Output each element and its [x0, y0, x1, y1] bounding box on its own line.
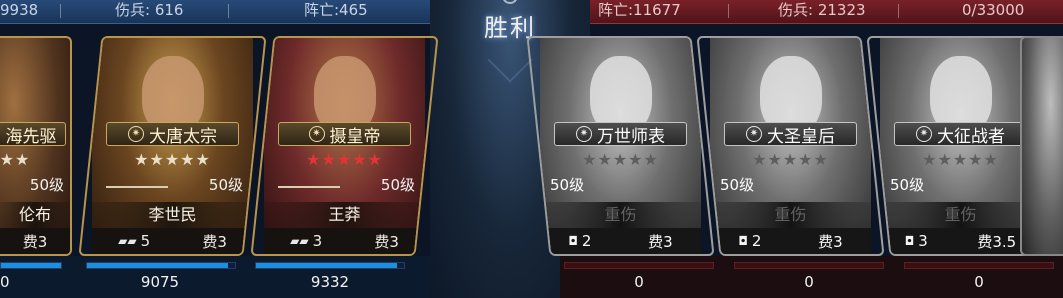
hero-card-enemy-0[interactable]: ✷ 万世师表 ★★★★★ 50级 重伤 ◘ 2 费3 [526, 36, 715, 256]
hp-bar [564, 262, 714, 269]
tank-unit-icon: ▰▰ [118, 234, 137, 248]
hero-name: 王莽 [264, 202, 425, 228]
hero-footer: ▰▰ 3 费3 [264, 228, 425, 254]
hero-stars: ★★★★★ [306, 150, 383, 169]
hp-value: 0 [634, 273, 644, 291]
hero-level: 50级 [29, 176, 64, 194]
enemy-killed: 阵亡:11677 [598, 1, 681, 19]
hp-bar [86, 262, 236, 269]
hero-stars: ★★★★★ [922, 150, 999, 169]
ally-stats-bar: 9938 伤兵: 616 阵亡:465 [0, 0, 460, 24]
level-divider [278, 186, 340, 188]
laurel-icon [502, 0, 518, 4]
hero-stars: ★★ [0, 150, 31, 169]
hero-title-plate: ✷ 万世师表 [554, 122, 687, 147]
hero-title: 大唐太宗 [149, 126, 217, 147]
hp-bar [255, 262, 405, 269]
tank-unit-icon: ▰▰ [290, 234, 309, 248]
hero-status: 重伤 [880, 202, 1041, 228]
hero-name: 李世民 [92, 202, 253, 228]
stat-divider [728, 4, 729, 18]
hero-card-ally-0[interactable]: 海先驱 ★★ 50级 伦布 费3 [0, 36, 72, 256]
hp-value: 9332 [310, 273, 350, 291]
hero-cost: 费3 [22, 232, 48, 251]
hero-level: 50级 [720, 176, 755, 194]
hero-title-plate: ✷ 摄皇帝 [278, 122, 411, 147]
hero-footer: ◘ 2 费3 [540, 228, 701, 254]
hero-cost: 费3 [202, 232, 227, 251]
hero-name: 伦布 [0, 202, 70, 228]
hp-value: 0 [974, 273, 984, 291]
hp-bar [0, 262, 62, 269]
hero-stars: ★★★★★ [582, 150, 659, 169]
hero-title: 大征战者 [937, 126, 1005, 147]
hero-title-plate: 海先驱 [0, 122, 66, 147]
enemy-troops: 0/33000 [962, 1, 1025, 19]
compass-emblem-icon: ✷ [746, 126, 762, 142]
hero-card-enemy-partial[interactable] [1020, 36, 1063, 256]
hp-value: 9075 [140, 273, 180, 291]
hero-status: 重伤 [710, 202, 871, 228]
hero-title: 大圣皇后 [767, 126, 835, 147]
hero-footer: ◘ 3 费3.5 [880, 228, 1041, 254]
hp-bar [734, 262, 884, 269]
ally-wounded: 伤兵: 616 [115, 1, 184, 19]
hero-title-plate: ✷ 大征战者 [894, 122, 1027, 147]
hp-value: 0 [804, 273, 814, 291]
hp-bar [904, 262, 1054, 269]
hero-status: 重伤 [540, 202, 701, 228]
hero-title: 海先驱 [5, 126, 57, 147]
battle-result-screen: { "header": { "left": {"partial_stat": "… [0, 0, 1063, 298]
hp-value: 50 [0, 273, 10, 291]
hero-units: 2 [751, 232, 762, 250]
hero-cost: 费3 [648, 232, 673, 251]
hero-units: 2 [581, 232, 592, 250]
hero-card-ally-2[interactable]: ✷ 摄皇帝 ★★★★★ 50级 王莽 ▰▰ 3 费3 [250, 36, 439, 256]
artillery-unit-icon: ◘ [904, 234, 915, 248]
compass-emblem-icon: ✷ [576, 126, 592, 142]
ally-killed: 阵亡:465 [304, 1, 368, 19]
hero-cost: 费3.5 [977, 232, 1017, 251]
compass-emblem-icon: ✷ [916, 126, 932, 142]
hero-units: 3 [918, 232, 928, 250]
hero-title-plate: ✷ 大唐太宗 [106, 122, 239, 147]
stat-divider [60, 4, 61, 18]
hero-cost: 费3 [818, 232, 843, 251]
hero-level: 50级 [890, 176, 925, 194]
artillery-unit-icon: ◘ [738, 234, 748, 248]
ally-partial-stat: 9938 [0, 1, 39, 19]
hero-title: 摄皇帝 [329, 126, 381, 147]
hero-level: 50级 [208, 176, 243, 194]
hero-footer: 费3 [0, 228, 70, 254]
compass-emblem-icon: ✷ [308, 126, 325, 142]
hero-title: 万世师表 [597, 126, 665, 147]
hero-footer: ◘ 2 费3 [710, 228, 871, 254]
enemy-wounded: 伤兵: 21323 [778, 1, 866, 19]
stat-divider [228, 4, 229, 18]
hero-title-plate: ✷ 大圣皇后 [724, 122, 857, 147]
hero-stars: ★★★★★ [134, 150, 211, 169]
hero-level: 50级 [550, 176, 585, 194]
hero-level: 50级 [380, 176, 415, 194]
hero-stars: ★★★★★ [752, 150, 829, 169]
artillery-unit-icon: ◘ [568, 234, 578, 248]
level-divider [106, 186, 168, 188]
hero-units: 3 [312, 232, 323, 250]
hero-cost: 费3 [374, 232, 399, 251]
hero-footer: ▰▰ 5 费3 [92, 228, 253, 254]
enemy-stats-bar: 阵亡:11677 伤兵: 21323 0/33000 [560, 0, 1063, 24]
hero-units: 5 [140, 232, 151, 250]
stat-divider [898, 4, 899, 18]
compass-emblem-icon: ✷ [128, 126, 144, 142]
hero-card-ally-1[interactable]: ✷ 大唐太宗 ★★★★★ 50级 李世民 ▰▰ 5 费3 [78, 36, 267, 256]
hero-card-enemy-1[interactable]: ✷ 大圣皇后 ★★★★★ 50级 重伤 ◘ 2 费3 [696, 36, 885, 256]
chevron-decoration [487, 37, 533, 83]
